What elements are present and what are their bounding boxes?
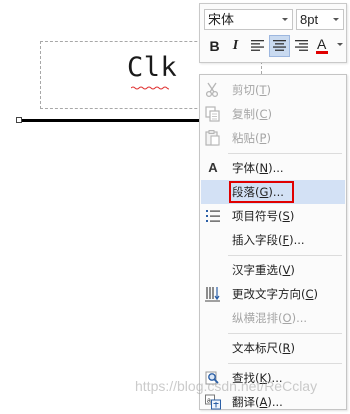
menu-item-label: 段落(G)... bbox=[232, 185, 284, 199]
menu-item-label: 文本标尺(R) bbox=[232, 341, 295, 355]
font-size-combo[interactable]: 8pt bbox=[296, 9, 344, 30]
menu-item-label: 项目符号(S) bbox=[232, 209, 295, 223]
bullets-icon bbox=[206, 210, 220, 222]
menu-item-copy[interactable]: 复制(C) bbox=[201, 102, 345, 126]
menu-item-label: 复制(C) bbox=[232, 107, 273, 121]
font-size-value: 8pt bbox=[300, 12, 319, 27]
font-color-swatch bbox=[316, 51, 328, 54]
font-color-dropdown[interactable] bbox=[337, 43, 343, 46]
chevron-down-icon[interactable] bbox=[333, 18, 339, 21]
horizontal-line-shape[interactable] bbox=[21, 119, 206, 122]
font-name-combo[interactable]: 宋体 bbox=[204, 9, 293, 30]
menu-item-paragraph[interactable]: 段落(G)... bbox=[201, 180, 345, 204]
menu-separator bbox=[228, 333, 342, 334]
menu-item-font[interactable]: A 字体(N)... bbox=[201, 156, 345, 180]
font-name-value: 宋体 bbox=[208, 12, 235, 27]
menu-item-text-ruler[interactable]: 文本标尺(R) bbox=[201, 336, 345, 360]
menu-item-label: 翻译(A)... bbox=[232, 395, 283, 409]
italic-button[interactable]: I bbox=[225, 35, 246, 57]
align-left-button[interactable] bbox=[247, 35, 268, 57]
document-text[interactable]: Clk bbox=[127, 52, 177, 84]
menu-item-label: 字体(N)... bbox=[232, 161, 284, 175]
menu-item-label: 纵横混排(O)... bbox=[232, 311, 308, 325]
spell-check-underline bbox=[131, 86, 169, 90]
translate-icon: a bbox=[205, 394, 221, 410]
svg-text:a: a bbox=[207, 398, 211, 405]
menu-item-label: 插入字段(F)... bbox=[232, 233, 305, 247]
menu-item-paste[interactable]: 粘贴(P) bbox=[201, 126, 345, 150]
menu-item-translate[interactable]: a 翻译(A)... bbox=[201, 390, 345, 414]
menu-item-insert-field[interactable]: 插入字段(F)... bbox=[201, 228, 345, 252]
align-center-button[interactable] bbox=[269, 35, 290, 57]
font-icon: A bbox=[208, 160, 218, 175]
menu-separator bbox=[228, 363, 342, 364]
align-right-button[interactable] bbox=[291, 35, 312, 57]
find-icon bbox=[205, 371, 219, 385]
menu-item-label: 查找(K)... bbox=[232, 371, 283, 385]
menu-item-label: 剪切(T) bbox=[232, 83, 272, 97]
chevron-down-icon bbox=[337, 43, 343, 46]
menu-item-reconvert[interactable]: 汉字重选(V) bbox=[201, 258, 345, 282]
context-menu: 剪切(T) 复制(C) 粘贴(P) A 字体(N)... 段落(G)... 项目… bbox=[199, 74, 347, 410]
copy-icon bbox=[205, 106, 220, 122]
font-color-button[interactable]: A bbox=[313, 35, 336, 57]
align-right-icon bbox=[295, 40, 308, 51]
mini-toolbar: 宋体 8pt B I A bbox=[199, 3, 347, 63]
scissors-icon bbox=[205, 82, 219, 98]
text-direction-icon bbox=[205, 287, 220, 302]
bold-button[interactable]: B bbox=[204, 35, 225, 57]
menu-item-text-direction[interactable]: 更改文字方向(C) bbox=[201, 282, 345, 306]
menu-item-label: 汉字重选(V) bbox=[232, 263, 295, 277]
menu-separator bbox=[228, 153, 342, 154]
chevron-down-icon[interactable] bbox=[282, 18, 288, 21]
menu-item-find[interactable]: 查找(K)... bbox=[201, 366, 345, 390]
menu-item-label: 更改文字方向(C) bbox=[232, 287, 319, 301]
menu-item-label: 粘贴(P) bbox=[232, 131, 271, 145]
paste-icon bbox=[205, 130, 220, 146]
resize-handle[interactable] bbox=[16, 117, 22, 123]
menu-item-horizontal-in-vertical[interactable]: 纵横混排(O)... bbox=[201, 306, 345, 330]
menu-item-cut[interactable]: 剪切(T) bbox=[201, 78, 345, 102]
align-center-icon bbox=[273, 40, 286, 51]
menu-separator bbox=[228, 255, 342, 256]
menu-item-bullets[interactable]: 项目符号(S) bbox=[201, 204, 345, 228]
align-left-icon bbox=[251, 40, 264, 51]
